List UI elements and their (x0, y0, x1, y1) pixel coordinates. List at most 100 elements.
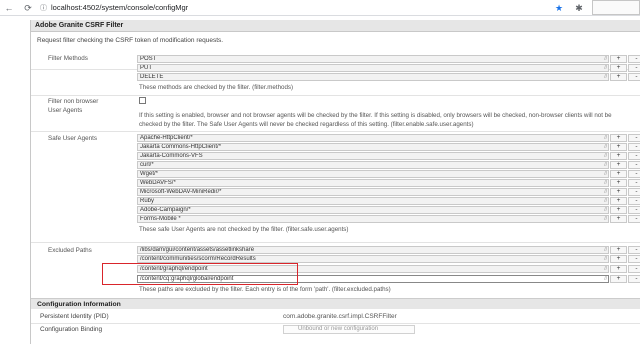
add-button[interactable]: + (610, 55, 627, 63)
add-button[interactable]: + (610, 188, 627, 196)
user-agent-field[interactable]: Wget/* // (137, 170, 609, 178)
field-value: /libs/dam/gui/content/assets/assetlinksh… (140, 247, 255, 253)
remove-button[interactable]: - (628, 152, 640, 160)
remove-button[interactable]: - (628, 55, 640, 63)
info-icon[interactable]: ⓘ (40, 5, 47, 12)
remove-button[interactable]: - (628, 197, 640, 205)
browser-toolbar: ← ⟳ ⓘ localhost:4502/system/console/confi… (0, 0, 640, 16)
resize-grip-icon: // (604, 198, 607, 204)
excluded-path-field[interactable]: /content/communities/scorm/RecordResults… (137, 255, 609, 263)
add-button[interactable]: + (610, 64, 627, 72)
add-button[interactable]: + (610, 73, 627, 81)
field-value: /content/communities/scorm/RecordResults (140, 256, 256, 262)
remove-button[interactable]: - (628, 265, 640, 273)
safe-user-agents-help: These safe User Agents are not checked b… (139, 226, 349, 233)
filter-methods-label: Filter Methods (48, 55, 88, 62)
remove-button[interactable]: - (628, 246, 640, 254)
label-line: User Agents (48, 107, 83, 114)
resize-grip-icon: // (604, 266, 607, 272)
field-value: curl/* (140, 162, 154, 168)
add-button[interactable]: + (610, 255, 627, 263)
field-value: DELETE (140, 74, 164, 80)
pid-value: com.adobe.granite.csrf.impl.CSRFFilter (283, 313, 397, 320)
resize-grip-icon: // (604, 162, 607, 168)
remove-button[interactable]: - (628, 275, 640, 283)
add-button[interactable]: + (610, 206, 627, 214)
resize-grip-icon: // (604, 207, 607, 213)
user-agent-field[interactable]: WebDAVFS/* // (137, 179, 609, 187)
address-bar[interactable]: ⓘ localhost:4502/system/console/configMgr (40, 3, 188, 13)
filter-method-field[interactable]: PUT // (137, 64, 609, 72)
add-button[interactable]: + (610, 275, 627, 283)
remove-button[interactable]: - (628, 255, 640, 263)
add-button[interactable]: + (610, 143, 627, 151)
row-divider (31, 242, 640, 243)
help-line: checked by the filter. The Safe User Age… (139, 120, 474, 128)
remove-button[interactable]: - (628, 143, 640, 151)
user-agent-field[interactable]: curl/* // (137, 161, 609, 169)
remove-button[interactable]: - (628, 215, 640, 223)
remove-button[interactable]: - (628, 188, 640, 196)
add-button[interactable]: + (610, 152, 627, 160)
remove-button[interactable]: - (628, 64, 640, 72)
reload-icon[interactable]: ⟳ (22, 2, 34, 14)
help-line: If this setting is enabled, browser and … (139, 112, 612, 119)
non-browser-help: If this setting is enabled, browser and … (139, 112, 612, 129)
non-browser-checkbox[interactable] (139, 97, 146, 104)
add-button[interactable]: + (610, 246, 627, 254)
label-line: Filter non browser (48, 98, 99, 105)
resize-grip-icon: // (604, 65, 607, 71)
remove-button[interactable]: - (628, 170, 640, 178)
field-value: Forms-Mobile * (140, 216, 181, 222)
resize-grip-icon: // (604, 144, 607, 150)
add-button[interactable]: + (610, 215, 627, 223)
remove-button[interactable]: - (628, 134, 640, 142)
user-agent-field[interactable]: Jakarta-Commons-VFS // (137, 152, 609, 160)
excluded-path-field[interactable]: /libs/dam/gui/content/assets/assetlinksh… (137, 246, 609, 254)
filter-method-field[interactable]: POST // (137, 55, 609, 63)
user-agent-field[interactable]: Forms-Mobile * // (137, 215, 609, 223)
resize-grip-icon: // (604, 180, 607, 186)
add-button[interactable]: + (610, 265, 627, 273)
resize-grip-icon: // (604, 171, 607, 177)
add-button[interactable]: + (610, 134, 627, 142)
remove-button[interactable]: - (628, 161, 640, 169)
configuration-info-header: Configuration Information (31, 298, 640, 309)
remove-button[interactable]: - (628, 179, 640, 187)
profile-area[interactable] (592, 0, 640, 15)
extensions-puzzle-icon[interactable]: ✱ (573, 2, 585, 14)
field-value: Ruby (140, 198, 155, 204)
field-value: Jakarta Commons-HttpClient/* (140, 144, 222, 150)
add-button[interactable]: + (610, 161, 627, 169)
field-value: WebDAVFS/* (140, 180, 176, 186)
safe-user-agents-label: Safe User Agents (48, 135, 98, 142)
binding-select[interactable]: Unbound or new configuration (283, 325, 415, 334)
add-button[interactable]: + (610, 197, 627, 205)
field-value: Jakarta-Commons-VFS (140, 153, 203, 159)
filter-method-field[interactable]: DELETE // (137, 73, 609, 81)
back-arrow-icon[interactable]: ← (3, 2, 15, 14)
resize-grip-icon: // (604, 216, 607, 222)
config-dialog: Adobe Granite CSRF Filter Request filter… (30, 20, 640, 344)
non-browser-label: Filter non browser User Agents (48, 97, 98, 115)
bookmark-star-icon[interactable]: ★ (553, 2, 565, 14)
row-divider (31, 131, 640, 132)
pid-label: Persistent Identity (PID) (40, 313, 109, 320)
remove-button[interactable]: - (628, 73, 640, 81)
resize-grip-icon: // (604, 247, 607, 253)
field-value: Wget/* (140, 171, 159, 177)
resize-grip-icon: // (604, 276, 607, 282)
user-agent-field[interactable]: Jakarta Commons-HttpClient/* // (137, 143, 609, 151)
binding-label: Configuration Binding (40, 326, 103, 333)
user-agent-field[interactable]: Adobe-Campaign/* // (137, 206, 609, 214)
add-button[interactable]: + (610, 170, 627, 178)
add-button[interactable]: + (610, 179, 627, 187)
field-value: PUT (140, 65, 152, 71)
dialog-description: Request filter checking the CSRF token o… (37, 37, 224, 44)
address-text: localhost:4502/system/console/configMgr (51, 3, 189, 12)
user-agent-field[interactable]: Apache-HttpClient/* // (137, 134, 609, 142)
user-agent-field[interactable]: Ruby // (137, 197, 609, 205)
remove-button[interactable]: - (628, 206, 640, 214)
user-agent-field[interactable]: Microsoft-WebDAV-MiniRedir/* // (137, 188, 609, 196)
excluded-paths-help: These paths are excluded by the filter. … (139, 286, 391, 293)
